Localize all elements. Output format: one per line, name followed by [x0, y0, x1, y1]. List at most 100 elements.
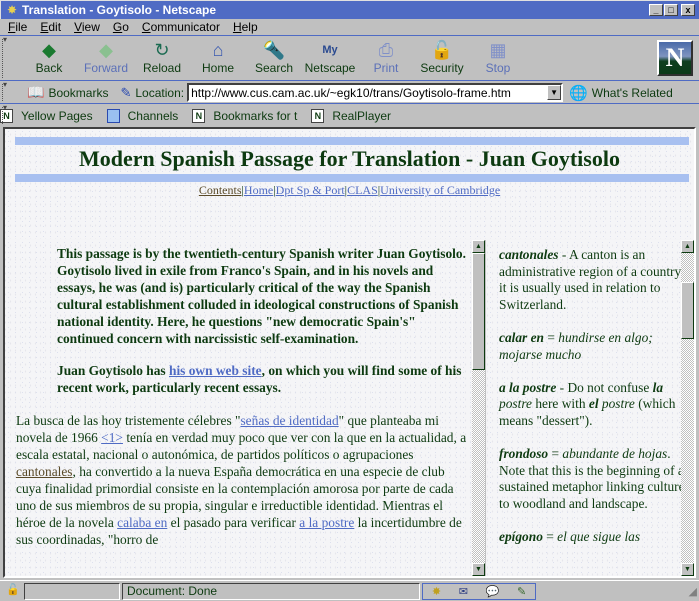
- toolbar-grip-handle[interactable]: [2, 80, 11, 101]
- website-note: Juan Goytisolo has his own web site, on …: [57, 363, 462, 396]
- whats-related-button[interactable]: What's Related: [592, 86, 673, 100]
- toolbar-button-label: Print: [373, 61, 399, 75]
- progress-bar: [24, 582, 120, 600]
- spanish-passage: La busca de las hoy tristemente célebres…: [16, 413, 467, 547]
- glossary-frame: cantonales - A canton is an administrati…: [487, 240, 694, 576]
- footnote-link-1[interactable]: <1>: [101, 430, 123, 445]
- header-rule-top: [15, 137, 689, 145]
- search-icon: 🔦: [262, 40, 286, 60]
- mailbox-icon[interactable]: ✉: [459, 585, 468, 598]
- author-website-link[interactable]: his own web site: [169, 363, 262, 378]
- nav-link-university-of-cambridge[interactable]: University of Cambridge: [380, 183, 500, 197]
- scroll-thumb[interactable]: [681, 282, 694, 339]
- glossary-scrollbar[interactable]: ▲ ▼: [681, 240, 694, 576]
- menu-help[interactable]: Help: [233, 20, 258, 34]
- toolbar-button-label: Stop: [485, 61, 511, 75]
- back-button[interactable]: ◆ Back: [21, 39, 77, 79]
- url-input[interactable]: [189, 85, 545, 100]
- status-bar: 🔓 Document: Done ✸ ✉ 💬 ✎ ◢: [0, 580, 699, 601]
- component-bar: ✸ ✉ 💬 ✎: [422, 582, 536, 600]
- nav-link-contents[interactable]: Contents: [199, 183, 242, 197]
- netscape-logo[interactable]: N: [657, 40, 693, 76]
- scroll-up-button[interactable]: ▲: [681, 240, 694, 253]
- forward-button[interactable]: ◆ Forward: [78, 39, 134, 79]
- page-title: Modern Spanish Passage for Translation -…: [79, 146, 620, 171]
- home-icon: ⌂: [212, 40, 224, 60]
- channels-folder-icon: [106, 108, 120, 123]
- my-netscape-icon: My: [322, 44, 338, 56]
- glossary-entry: cantonales - A canton is an administrati…: [499, 247, 685, 312]
- passage-frame: This passage is by the twentieth-century…: [5, 240, 486, 576]
- glossary-entry: calar en = hundirse en algo; mojarse muc…: [499, 329, 653, 362]
- personal-item-bookmarks-for[interactable]: N Bookmarks for t: [192, 108, 297, 123]
- netscape-button[interactable]: My Netscape: [302, 39, 358, 79]
- discussions-icon[interactable]: 💬: [486, 585, 500, 598]
- toolbar-button-label: Netscape: [304, 61, 356, 75]
- link-calaba-en[interactable]: calaba en: [117, 515, 167, 530]
- minimize-button[interactable]: _: [649, 4, 663, 16]
- toolbar-button-label: Forward: [83, 61, 128, 75]
- toolbar-button-label: Search: [254, 61, 294, 75]
- reload-icon: ↻: [154, 40, 170, 60]
- close-button[interactable]: x: [681, 4, 695, 16]
- bookmarks-button[interactable]: Bookmarks: [48, 86, 108, 100]
- personal-item-yellow-pages[interactable]: N Yellow Pages: [0, 108, 93, 123]
- glossary-entry: a la postre - Do not confuse la postre h…: [499, 379, 676, 428]
- security-lock-icon: 🔓: [430, 40, 454, 60]
- print-icon: ⎙: [378, 40, 394, 60]
- url-dropdown-button[interactable]: ▼: [547, 85, 562, 100]
- toolbar-grip-handle[interactable]: [2, 103, 11, 124]
- toolbar-button-label: Security: [420, 61, 464, 75]
- bookmark-page-icon: N: [311, 108, 325, 123]
- toolbar-button-label: Reload: [142, 61, 182, 75]
- personal-item-realplayer[interactable]: N RealPlayer: [311, 108, 391, 123]
- personal-toolbar: N Yellow Pages Channels N Bookmarks for …: [0, 103, 699, 126]
- scroll-down-button[interactable]: ▼: [681, 563, 694, 576]
- home-button[interactable]: ⌂ Home: [190, 39, 246, 79]
- stop-button[interactable]: ▦ Stop: [470, 39, 526, 79]
- glossary-entry: frondoso = abundante de hojas. Note that…: [499, 446, 685, 511]
- security-lock-icon[interactable]: 🔓: [5, 583, 21, 599]
- security-button[interactable]: 🔓 Security: [414, 39, 470, 79]
- whats-related-icon[interactable]: 🌐: [569, 84, 588, 102]
- toolbar-button-label: Home: [201, 61, 234, 75]
- menu-go[interactable]: Go: [113, 20, 129, 34]
- navigation-toolbar: ◆Back◆Forward↻Reload⌂Home🔦SearchMyNetsca…: [0, 35, 699, 81]
- forward-arrow-icon: ◆: [99, 40, 113, 60]
- link-cantonales[interactable]: cantonales: [16, 464, 73, 479]
- toolbar-grip-handle[interactable]: [2, 35, 11, 78]
- resize-grip[interactable]: ◢: [689, 585, 697, 598]
- scroll-thumb[interactable]: [472, 253, 485, 370]
- passage-scrollbar[interactable]: ▲ ▼: [472, 240, 485, 576]
- print-button[interactable]: ⎙ Print: [358, 39, 414, 79]
- url-field[interactable]: ▼: [187, 83, 564, 102]
- nav-link-clas[interactable]: CLAS: [347, 183, 378, 197]
- menu-edit[interactable]: Edit: [40, 20, 61, 34]
- location-page-icon[interactable]: ✎: [120, 85, 131, 101]
- menu-communicator[interactable]: Communicator: [142, 20, 220, 34]
- menu-file[interactable]: File: [8, 20, 27, 34]
- window-title: Translation - Goytisolo - Netscape: [22, 3, 217, 17]
- composer-icon[interactable]: ✎: [517, 585, 526, 598]
- glossary-entry: epígono = el que sigue las: [499, 529, 641, 545]
- scroll-up-button[interactable]: ▲: [472, 240, 485, 253]
- header-frame: Modern Spanish Passage for Translation -…: [5, 129, 694, 239]
- link-senas-de-identidad[interactable]: señas de identidad: [240, 413, 338, 428]
- reload-button[interactable]: ↻ Reload: [134, 39, 190, 79]
- link-a-la-postre[interactable]: a la postre: [299, 515, 354, 530]
- search-button[interactable]: 🔦 Search: [246, 39, 302, 79]
- site-nav-links: Contents|Home|Dpt Sp & Port|CLAS|Univers…: [198, 183, 501, 197]
- nav-link-home[interactable]: Home: [244, 183, 273, 197]
- personal-item-channels[interactable]: Channels: [106, 108, 178, 123]
- location-label: Location:: [135, 85, 185, 100]
- menu-view[interactable]: View: [74, 20, 100, 34]
- nav-link-dpt-sp-port[interactable]: Dpt Sp & Port: [276, 183, 345, 197]
- header-rule-bottom: [15, 174, 689, 182]
- title-bar: ✸ Translation - Goytisolo - Netscape _ □…: [0, 0, 699, 19]
- maximize-button[interactable]: □: [664, 4, 678, 16]
- scroll-down-button[interactable]: ▼: [472, 563, 485, 576]
- bookmarks-icon[interactable]: 📖: [27, 84, 44, 101]
- back-arrow-icon: ◆: [42, 40, 56, 60]
- navigator-icon[interactable]: ✸: [432, 585, 441, 598]
- browser-content-area: Modern Spanish Passage for Translation -…: [3, 127, 696, 578]
